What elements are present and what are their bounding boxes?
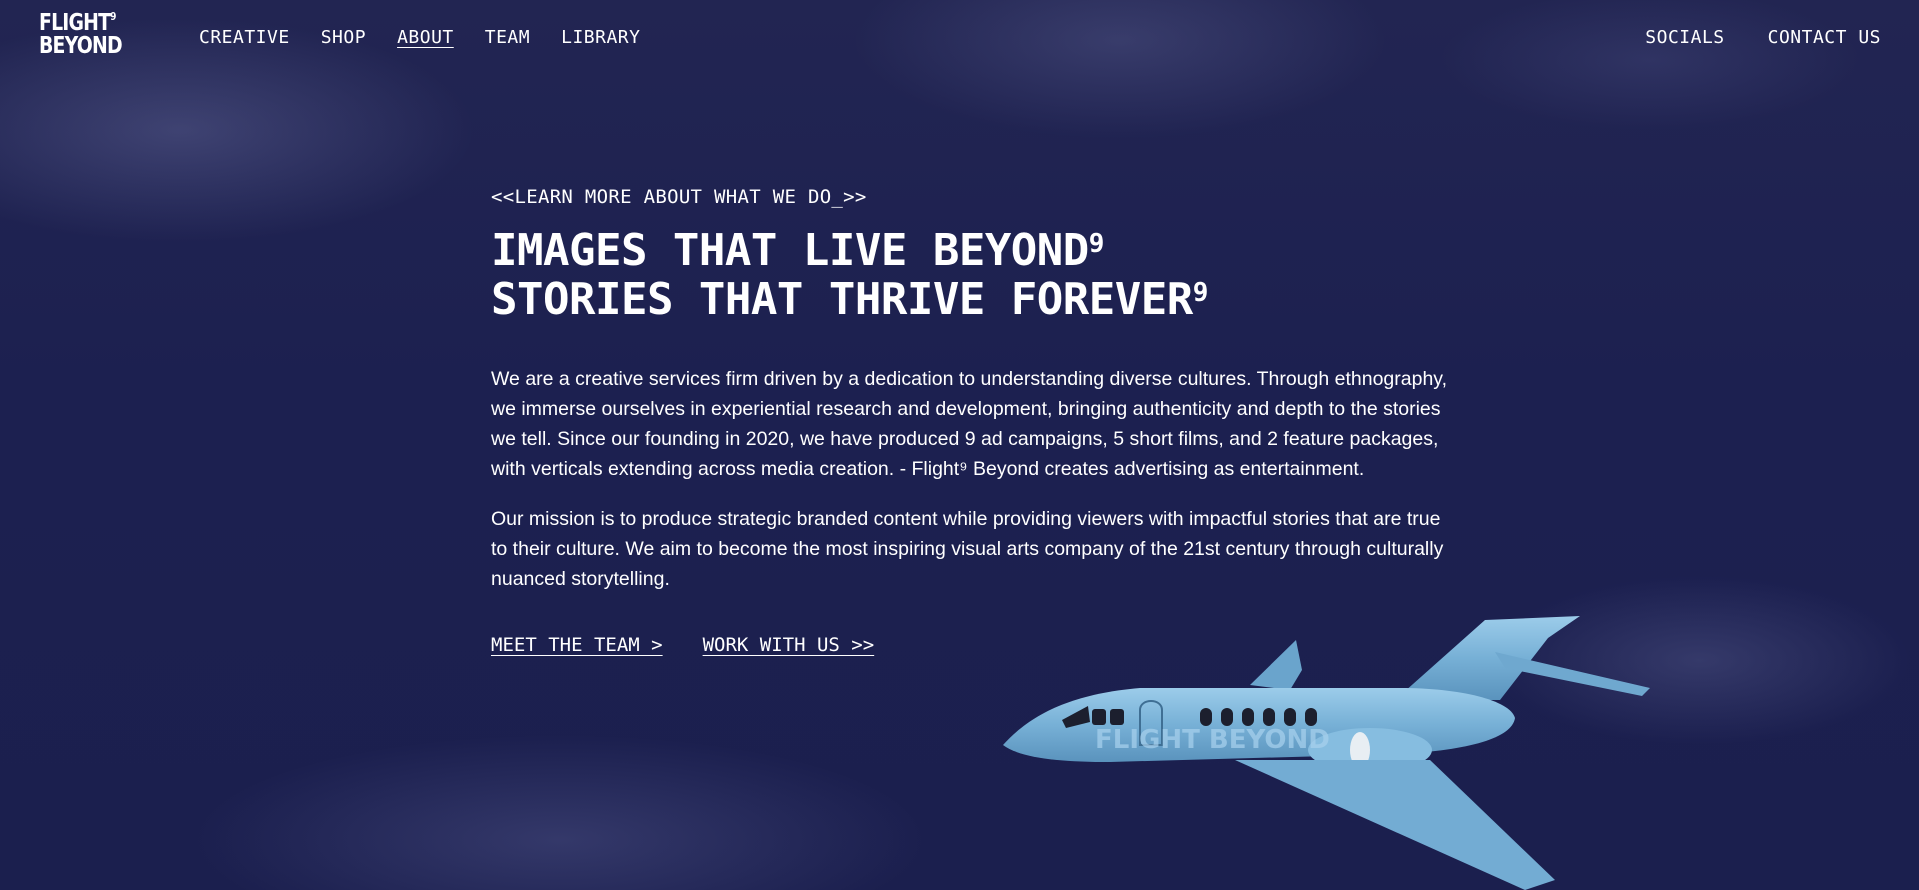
jet-illustration: FLIGHT BEYOND — [1003, 616, 1650, 890]
nav-shop[interactable]: SHOP — [321, 27, 366, 48]
logo-line-2: BEYOND — [39, 33, 123, 59]
about-paragraph: We are a creative services firm driven b… — [491, 368, 1448, 480]
logo-line-1: FLIGHT9 — [39, 10, 116, 36]
section-eyebrow: <<LEARN MORE ABOUT WHAT WE DO_>> — [491, 186, 867, 208]
page-headline: IMAGES THAT LIVE BEYOND9 STORIES THAT TH… — [491, 226, 1451, 324]
cockpit-window — [1092, 709, 1106, 725]
main-nav: CREATIVE SHOP ABOUT TEAM LIBRARY — [199, 27, 640, 48]
nav-team[interactable]: TEAM — [485, 27, 530, 48]
nav-creative[interactable]: CREATIVE — [199, 27, 290, 48]
about-section: <<LEARN MORE ABOUT WHAT WE DO_>> IMAGES … — [491, 186, 1451, 656]
secondary-nav: SOCIALS CONTACT US — [1645, 27, 1881, 48]
jet-far-wing — [1250, 640, 1302, 690]
cockpit-window — [1110, 709, 1124, 725]
cabin-window — [1242, 708, 1254, 726]
cabin-window — [1221, 708, 1233, 726]
jet-near-wing — [1235, 760, 1555, 890]
jet-livery-text: FLIGHT BEYOND — [1095, 725, 1330, 755]
nav-library[interactable]: LIBRARY — [561, 27, 640, 48]
cabin-window — [1305, 708, 1317, 726]
meet-the-team-link[interactable]: MEET THE TEAM > — [491, 634, 663, 656]
jet-tail-fin — [1395, 616, 1580, 700]
work-with-us-link[interactable]: WORK WITH US >> — [703, 634, 875, 656]
cabin-window — [1200, 708, 1212, 726]
nav-socials[interactable]: SOCIALS — [1645, 27, 1724, 48]
cabin-window — [1263, 708, 1275, 726]
headline-line-1: IMAGES THAT LIVE BEYOND9 — [491, 225, 1104, 276]
headline-line-2: STORIES THAT THRIVE FOREVER9 — [491, 274, 1208, 325]
nav-about[interactable]: ABOUT — [397, 27, 454, 48]
cabin-window — [1284, 708, 1296, 726]
site-logo[interactable]: FLIGHT9 BEYOND — [39, 10, 129, 59]
nav-contact-us[interactable]: CONTACT US — [1768, 27, 1881, 48]
mission-paragraph: Our mission is to produce strategic bran… — [491, 508, 1444, 590]
